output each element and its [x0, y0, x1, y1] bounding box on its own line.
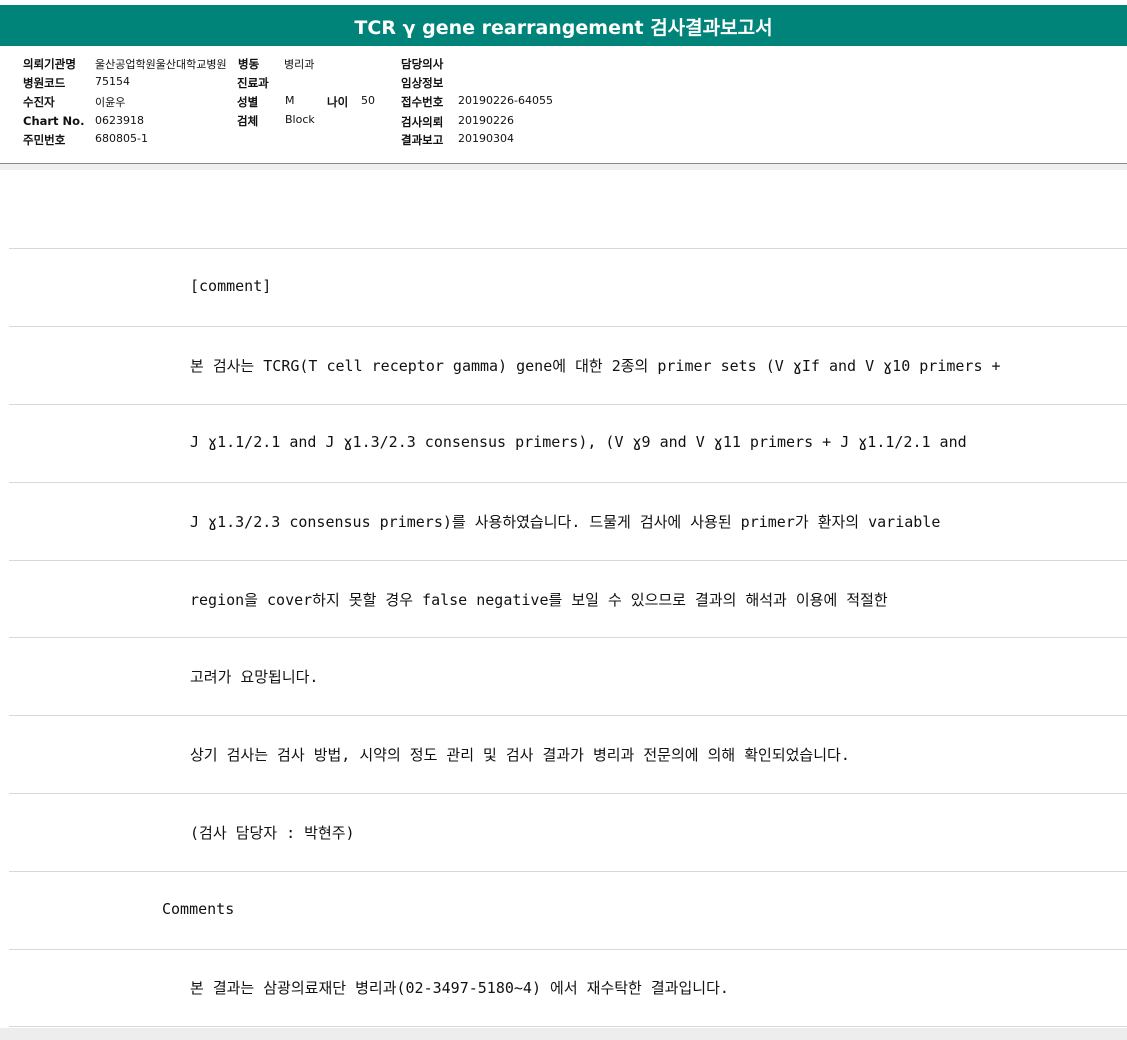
chart-label: Chart No.	[23, 114, 85, 128]
comments-text: 본 결과는 삼광의료재단 병리과(02-3497-5180~4) 에서 재수탁한…	[190, 979, 729, 997]
row-divider	[9, 404, 1127, 405]
comment-heading: [comment]	[190, 277, 272, 295]
bottom-bar	[0, 1028, 1127, 1040]
result-text-line: J ɣ1.3/2.3 consensus primers)를 사용하였습니다. …	[190, 513, 941, 531]
age-value: 50	[361, 94, 375, 107]
result-text-line: 본 검사는 TCRG(T cell receptor gamma) gene에 …	[190, 357, 1001, 375]
clinical-info-label: 임상정보	[401, 76, 444, 90]
institution-value: 울산공업학원울산대학교병원	[95, 58, 227, 71]
sex-label: 성별	[237, 95, 259, 109]
row-divider	[9, 793, 1127, 794]
request-label: 검사의뢰	[401, 115, 444, 129]
id-label: 주민번호	[23, 133, 66, 147]
row-divider	[9, 715, 1127, 716]
department-label: 진료과	[237, 76, 269, 90]
specimen-label: 검체	[237, 114, 259, 128]
request-value: 20190226	[458, 114, 514, 127]
institution-label: 의뢰기관명	[23, 57, 76, 71]
patient-info-header: 의뢰기관명 울산공업학원울산대학교병원 병동 병리과 담당의사 병원코드 751…	[0, 46, 1127, 164]
sex-value: M	[285, 94, 295, 107]
hospital-code-value: 75154	[95, 75, 130, 88]
ward-label: 병동	[238, 57, 260, 71]
report-value: 20190304	[458, 132, 514, 145]
hospital-code-label: 병원코드	[23, 76, 66, 90]
row-divider	[9, 949, 1127, 950]
header-divider	[0, 164, 1127, 170]
result-text-line: J ɣ1.1/2.1 and J ɣ1.3/2.3 consensus prim…	[190, 433, 967, 451]
row-divider	[9, 326, 1127, 327]
comments-heading: Comments	[162, 900, 235, 918]
row-divider	[9, 637, 1127, 638]
technician-line: (검사 담당자 : 박현주)	[190, 824, 355, 842]
row-divider	[9, 871, 1127, 872]
row-divider	[9, 248, 1127, 249]
row-divider	[9, 1026, 1127, 1027]
patient-value: 이윤우	[95, 96, 126, 109]
result-text-line: region을 cover하지 못할 경우 false negative를 보일…	[190, 591, 888, 609]
chart-value: 0623918	[95, 114, 144, 127]
result-text-line: 고려가 요망됩니다.	[190, 668, 319, 686]
receipt-label: 접수번호	[401, 95, 444, 109]
id-value: 680805-1	[95, 132, 148, 145]
ward-value: 병리과	[284, 58, 315, 71]
age-label: 나이	[327, 95, 349, 109]
patient-label: 수진자	[23, 95, 55, 109]
report-label: 결과보고	[401, 133, 444, 147]
doctor-label: 담당의사	[401, 57, 444, 71]
result-text-line: 상기 검사는 검사 방법, 시약의 정도 관리 및 검사 결과가 병리과 전문의…	[190, 746, 850, 764]
row-divider	[9, 482, 1127, 483]
row-divider	[9, 560, 1127, 561]
receipt-value: 20190226-64055	[458, 94, 553, 107]
report-title: TCR γ gene rearrangement 검사결과보고서	[0, 5, 1127, 46]
specimen-value: Block	[285, 113, 315, 126]
